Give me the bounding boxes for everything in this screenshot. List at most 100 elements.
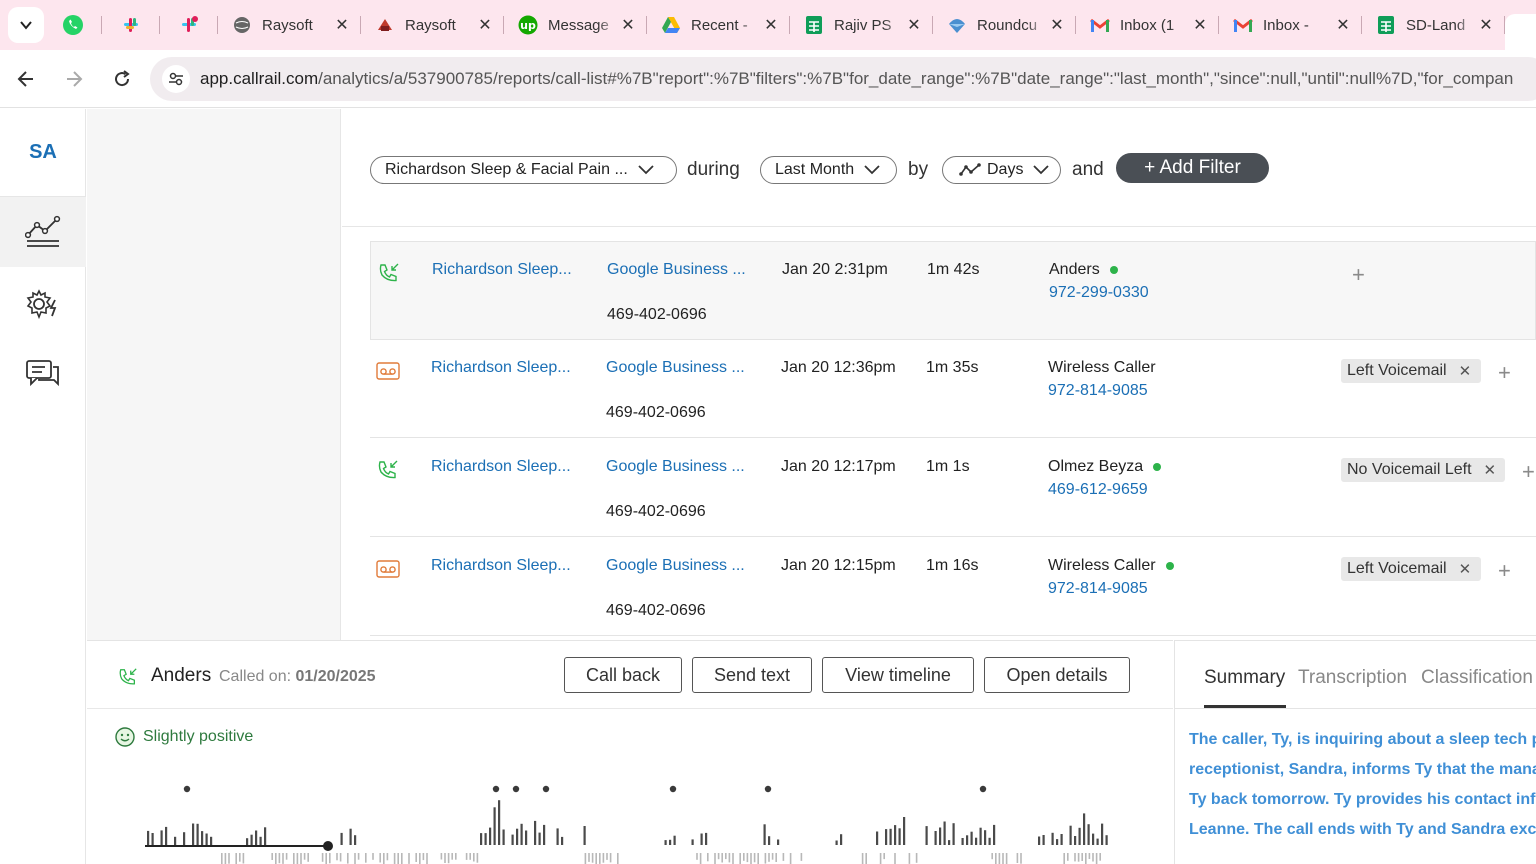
sentiment-indicator: Slightly positive (115, 727, 253, 747)
date-range-value: Last Month (775, 161, 855, 178)
site-info-button[interactable] (162, 65, 190, 93)
status-dot (1109, 266, 1118, 274)
chevron-down-icon (864, 165, 880, 175)
browser-tab[interactable]: Raysoft ✕ (361, 0, 504, 50)
source-link[interactable]: Google Business ... (606, 359, 745, 377)
call-row[interactable]: Richardson Sleep... Google Business ... … (370, 340, 1536, 438)
add-filter-button[interactable]: + Add Filter (1116, 153, 1269, 183)
caller-name-text: Anders (1049, 261, 1100, 278)
voicemail-icon (376, 362, 400, 384)
company-link[interactable]: Richardson Sleep... (431, 359, 571, 377)
status-dot (1165, 562, 1174, 570)
remove-tag-icon[interactable]: ✕ (1484, 461, 1497, 479)
close-tab-icon[interactable]: ✕ (619, 15, 637, 35)
call-row[interactable]: Richardson Sleep... Google Business ... … (370, 439, 1536, 537)
close-tab-icon[interactable]: ✕ (762, 15, 780, 35)
audio-waveform[interactable] (143, 781, 1113, 864)
caller-name-text: Olmez Beyza (1048, 458, 1144, 475)
call-back-button[interactable]: Call back (564, 657, 682, 693)
company-filter-dropdown[interactable]: Richardson Sleep & Facial Pain ... (370, 156, 677, 184)
tab-classification[interactable]: Classification (1421, 667, 1533, 689)
tab-search-button[interactable] (8, 7, 44, 43)
back-button[interactable] (4, 57, 48, 101)
pinned-tab-slack-1[interactable] (102, 0, 160, 50)
caller-name-text: Wireless Caller (1048, 557, 1156, 574)
answered-call-icon (377, 262, 401, 284)
chevron-down-icon (1033, 165, 1050, 175)
google-sheets-icon (804, 15, 824, 35)
call-date: Jan 20 12:36pm (781, 359, 896, 376)
send-text-button[interactable]: Send text (692, 657, 812, 693)
status-dot (1153, 463, 1162, 471)
tab-transcription[interactable]: Transcription (1298, 667, 1407, 689)
arrow-left-icon (17, 70, 33, 87)
reload-icon (115, 69, 130, 86)
nav-messages[interactable] (0, 339, 86, 409)
caller-number-link[interactable]: 972-299-0330 (1049, 284, 1149, 302)
filter-connector-and: and (1072, 159, 1104, 180)
sentiment-label: Slightly positive (143, 728, 254, 745)
add-tag-icon[interactable]: + (1522, 459, 1535, 485)
call-row[interactable]: Richardson Sleep... Google Business ... … (370, 538, 1536, 636)
tab-summary[interactable]: Summary (1204, 667, 1285, 689)
active-tab-underline (1204, 705, 1286, 708)
browser-tab[interactable]: SD-Land ✕ (1362, 0, 1505, 50)
close-tab-icon[interactable]: ✕ (1477, 15, 1495, 35)
close-tab-icon[interactable]: ✕ (333, 15, 351, 35)
raysoft-logo-icon (375, 15, 395, 35)
pinned-tab-whatsapp[interactable] (44, 0, 102, 50)
browser-tab[interactable]: Rajiv PS ✕ (790, 0, 933, 50)
nav-analytics[interactable] (0, 197, 86, 267)
caller-number-link[interactable]: 972-814-9085 (1048, 382, 1148, 400)
source-link[interactable]: Google Business ... (606, 557, 745, 575)
nav-settings[interactable] (0, 269, 86, 339)
source-link[interactable]: Google Business ... (606, 458, 745, 476)
open-details-button[interactable]: Open details (984, 657, 1130, 693)
company-link[interactable]: Richardson Sleep... (432, 261, 572, 279)
url-bar[interactable]: app.callrail.com/analytics/a/537900785/r… (150, 57, 1536, 101)
call-row[interactable]: Richardson Sleep... Google Business ... … (370, 241, 1536, 340)
close-tab-icon[interactable]: ✕ (1334, 15, 1352, 35)
analytics-icon (25, 215, 61, 247)
browser-tab[interactable]: Inbox (1 ✕ (1076, 0, 1219, 50)
pinned-tab-slack-2[interactable] (160, 0, 218, 50)
company-link[interactable]: Richardson Sleep... (431, 458, 571, 476)
browser-tab-strip: Raysoft ✕ Raysoft ✕ up Message ✕ Recent … (0, 0, 1536, 50)
browser-tab[interactable]: Raysoft ✕ (218, 0, 361, 50)
google-drive-icon (661, 15, 681, 35)
source-link[interactable]: Google Business ... (607, 261, 746, 279)
close-tab-icon[interactable]: ✕ (905, 15, 923, 35)
browser-tab[interactable]: Roundcu ✕ (933, 0, 1076, 50)
caller-number-link[interactable]: 469-612-9659 (1048, 481, 1148, 499)
company-link[interactable]: Richardson Sleep... (431, 557, 571, 575)
account-avatar[interactable]: SA (0, 109, 86, 197)
date-range-dropdown[interactable]: Last Month (760, 156, 897, 184)
forward-button[interactable] (52, 57, 96, 101)
svg-text:up: up (520, 19, 536, 32)
company-filter-value: Richardson Sleep & Facial Pain ... (385, 161, 628, 178)
add-tag-icon[interactable]: + (1498, 360, 1511, 386)
call-duration: 1m 42s (927, 261, 980, 278)
browser-tab[interactable]: up Message ✕ (504, 0, 647, 50)
view-timeline-button[interactable]: View timeline (822, 657, 974, 693)
close-tab-icon[interactable]: ✕ (1048, 15, 1066, 35)
globe-icon (232, 15, 252, 35)
remove-tag-icon[interactable]: ✕ (1459, 560, 1472, 578)
interval-dropdown[interactable]: Days (942, 156, 1061, 184)
smiley-icon (115, 727, 135, 747)
browser-tab[interactable]: Inbox - ✕ (1219, 0, 1362, 50)
caller-number-link[interactable]: 972-814-9085 (1048, 580, 1148, 598)
close-tab-icon[interactable]: ✕ (476, 15, 494, 35)
settings-automation-icon (26, 289, 57, 320)
active-tab-edge[interactable] (1505, 14, 1536, 50)
close-tab-icon[interactable]: ✕ (1191, 15, 1209, 35)
tracking-number: 469-402-0696 (606, 404, 706, 421)
caller-name-text: Wireless Caller (1048, 359, 1156, 376)
google-sheets-icon (1376, 15, 1396, 35)
call-tag: No Voicemail Left ✕ (1341, 458, 1505, 482)
browser-tab[interactable]: Recent - ✕ (647, 0, 790, 50)
remove-tag-icon[interactable]: ✕ (1459, 362, 1472, 380)
add-tag-icon[interactable]: + (1498, 558, 1511, 584)
add-tag-icon[interactable]: + (1352, 262, 1365, 288)
reload-button[interactable] (100, 57, 144, 101)
